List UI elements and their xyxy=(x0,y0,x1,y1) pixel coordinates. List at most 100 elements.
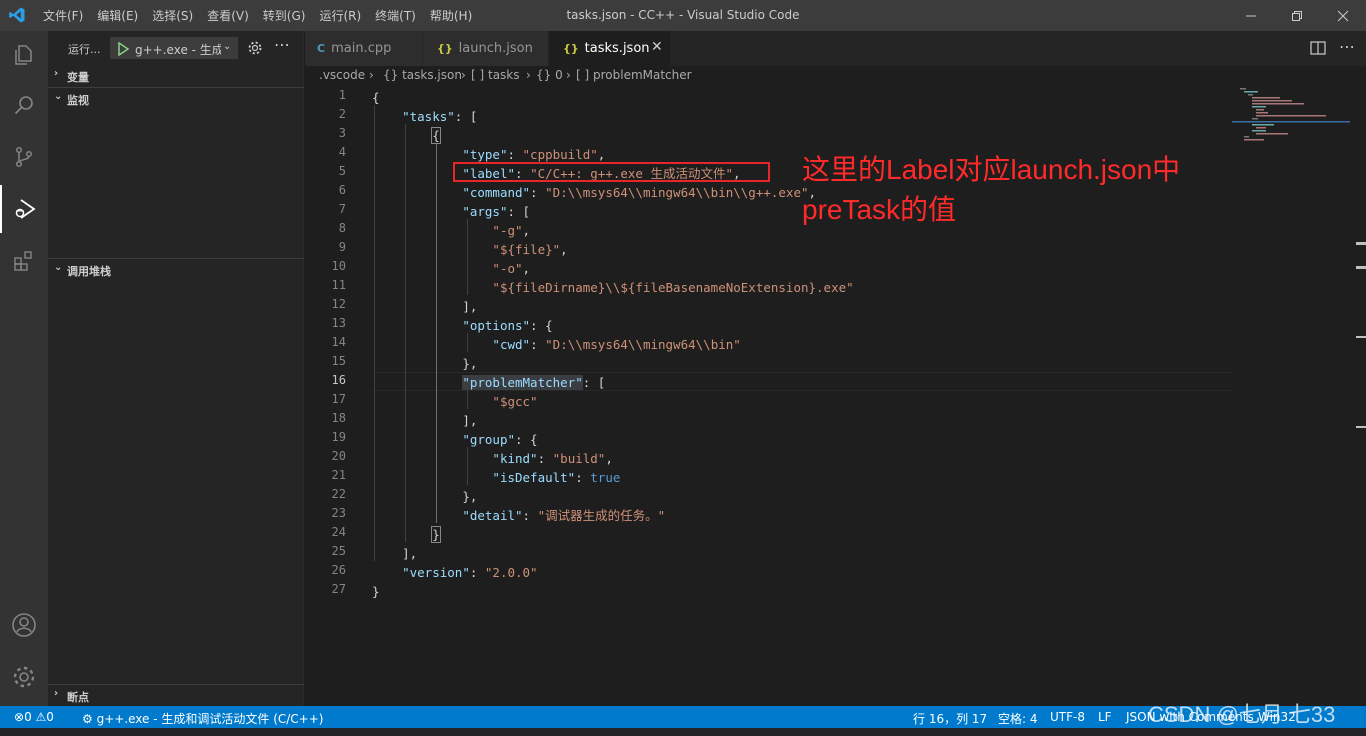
line-number: 27 xyxy=(331,582,346,596)
scrollbar-marker xyxy=(1356,242,1366,245)
split-editor-icon[interactable] xyxy=(1310,41,1326,55)
minimap[interactable] xyxy=(1232,86,1350,706)
code-line: "cwd": "D:\\msys64\\mingw64\\bin" xyxy=(492,337,741,352)
code-line: } xyxy=(372,584,380,599)
breakpoints-section-header[interactable]: › 断点 xyxy=(48,685,304,707)
files-icon xyxy=(15,45,32,65)
menu-edit[interactable]: 编辑(E) xyxy=(90,7,145,24)
code-line: ], xyxy=(462,413,478,428)
variables-section-header[interactable]: › 变量 xyxy=(48,65,304,87)
line-number: 20 xyxy=(331,449,346,463)
account-icon xyxy=(12,613,36,637)
more-actions-icon[interactable]: ⋯ xyxy=(1339,37,1355,56)
source-control-icon xyxy=(15,146,33,168)
debug-toolbar: 运行... g++.exe - 生成 ⌄ ⋯ xyxy=(48,31,304,66)
code-line: "-o", xyxy=(492,261,531,276)
run-debug-sidebar: 运行... g++.exe - 生成 ⌄ ⋯ › 变量 ⌄ 监视 ⌄ 调用堆栈 … xyxy=(48,31,304,706)
tab-main-cpp[interactable]: C main.cpp xyxy=(305,31,423,66)
menu-terminal[interactable]: 终端(T) xyxy=(368,7,423,24)
line-number: 12 xyxy=(331,297,346,311)
run-debug-button[interactable] xyxy=(0,185,48,233)
minimize-button[interactable] xyxy=(1228,0,1274,31)
code-line: "command": "D:\\msys64\\mingw64\\bin\\g+… xyxy=(462,185,817,200)
code-line: "problemMatcher": [ xyxy=(462,375,606,390)
source-control-button[interactable] xyxy=(0,133,48,181)
close-tab-icon[interactable]: ✕ xyxy=(651,39,663,55)
breadcrumb-item[interactable]: [ ] problemMatcher xyxy=(576,68,692,82)
extensions-icon xyxy=(14,251,32,271)
restore-button[interactable] xyxy=(1274,0,1320,31)
menu-run[interactable]: 运行(R) xyxy=(312,7,368,24)
code-line: "${fileDirname}\\${fileBasenameNoExtensi… xyxy=(492,280,854,295)
watch-section-header[interactable]: ⌄ 监视 xyxy=(48,88,304,110)
editor-tab-bar: C main.cpp {} launch.json {} tasks.json … xyxy=(305,31,1366,66)
callstack-section-header[interactable]: ⌄ 调用堆栈 xyxy=(48,259,304,281)
manage-button[interactable] xyxy=(0,653,48,701)
encoding-status[interactable]: UTF-8 xyxy=(1050,710,1085,724)
more-actions-icon[interactable]: ⋯ xyxy=(274,35,290,54)
debug-config-value: g++.exe - 生成 xyxy=(135,43,221,57)
indentation-status[interactable]: 空格: 4 xyxy=(998,710,1038,727)
run-view-title: 运行... xyxy=(68,43,101,56)
line-number-current: 16 xyxy=(331,373,346,387)
line-number: 5 xyxy=(338,164,346,178)
error-icon: ⊗ xyxy=(14,710,25,724)
accounts-button[interactable] xyxy=(0,601,48,649)
chevron-down-icon: ⌄ xyxy=(223,41,232,52)
close-window-button[interactable] xyxy=(1320,0,1366,31)
menu-bar: 文件(F) 编辑(E) 选择(S) 查看(V) 转到(G) 运行(R) 终端(T… xyxy=(36,0,479,31)
breadcrumb-item[interactable]: {} 0 xyxy=(536,68,563,82)
line-number: 19 xyxy=(331,430,346,444)
line-number: 25 xyxy=(331,544,346,558)
eol-status[interactable]: LF xyxy=(1098,710,1112,724)
menu-help[interactable]: 帮助(H) xyxy=(423,7,479,24)
line-number: 3 xyxy=(338,126,346,140)
line-number: 4 xyxy=(338,145,346,159)
menu-file[interactable]: 文件(F) xyxy=(36,7,90,24)
menu-view[interactable]: 查看(V) xyxy=(200,7,256,24)
line-number: 11 xyxy=(331,278,346,292)
code-line: "kind": "build", xyxy=(492,451,613,466)
cpp-file-icon: C xyxy=(317,42,326,55)
tab-launch-json[interactable]: {} launch.json xyxy=(423,31,549,66)
explorer-button[interactable] xyxy=(0,31,48,79)
highlight-box xyxy=(453,162,770,182)
chevron-right-icon: › xyxy=(566,68,571,82)
chevron-right-icon: › xyxy=(54,68,59,79)
extensions-button[interactable] xyxy=(0,237,48,285)
gear-icon[interactable] xyxy=(247,40,263,56)
scrollbar-marker xyxy=(1356,426,1366,428)
code-line: "tasks": [ xyxy=(402,109,478,124)
line-number: 8 xyxy=(338,221,346,235)
debug-config-select[interactable]: g++.exe - 生成 ⌄ xyxy=(110,37,238,59)
gear-icon xyxy=(13,666,35,688)
cursor-position-status[interactable]: 行 16，列 17 xyxy=(913,710,987,727)
menu-go[interactable]: 转到(G) xyxy=(256,7,313,24)
line-number: 21 xyxy=(331,468,346,482)
line-number: 13 xyxy=(331,316,346,330)
code-line: } xyxy=(431,526,441,543)
breadcrumb-item[interactable]: [ ] tasks xyxy=(471,68,520,82)
breadcrumb: .vscode › {} tasks.json › [ ] tasks › {}… xyxy=(305,66,1366,86)
code-line: ], xyxy=(402,546,418,561)
vertical-scrollbar[interactable] xyxy=(1352,86,1366,706)
tab-tasks-json[interactable]: {} tasks.json ✕ xyxy=(549,31,671,66)
run-debug-icon xyxy=(15,199,36,219)
code-line: "$gcc" xyxy=(492,394,538,409)
code-line: "options": { xyxy=(462,318,553,333)
line-number: 9 xyxy=(338,240,346,254)
breadcrumb-item[interactable]: {} tasks.json xyxy=(383,68,462,82)
chevron-right-icon: › xyxy=(369,68,374,82)
search-button[interactable] xyxy=(0,81,48,129)
breadcrumb-item[interactable]: .vscode xyxy=(319,68,365,82)
minimize-icon xyxy=(1246,15,1256,16)
menu-selection[interactable]: 选择(S) xyxy=(145,7,200,24)
activity-bar xyxy=(0,31,48,706)
chevron-down-icon: ⌄ xyxy=(54,262,63,273)
code-line: { xyxy=(431,127,441,144)
play-icon[interactable] xyxy=(117,42,129,56)
debug-config-status[interactable]: ⚙ g++.exe - 生成和调试活动文件 (C/C++) xyxy=(82,710,323,727)
line-number: 7 xyxy=(338,202,346,216)
problems-status[interactable]: ⊗0 ⚠0 xyxy=(14,710,54,724)
line-number: 22 xyxy=(331,487,346,501)
